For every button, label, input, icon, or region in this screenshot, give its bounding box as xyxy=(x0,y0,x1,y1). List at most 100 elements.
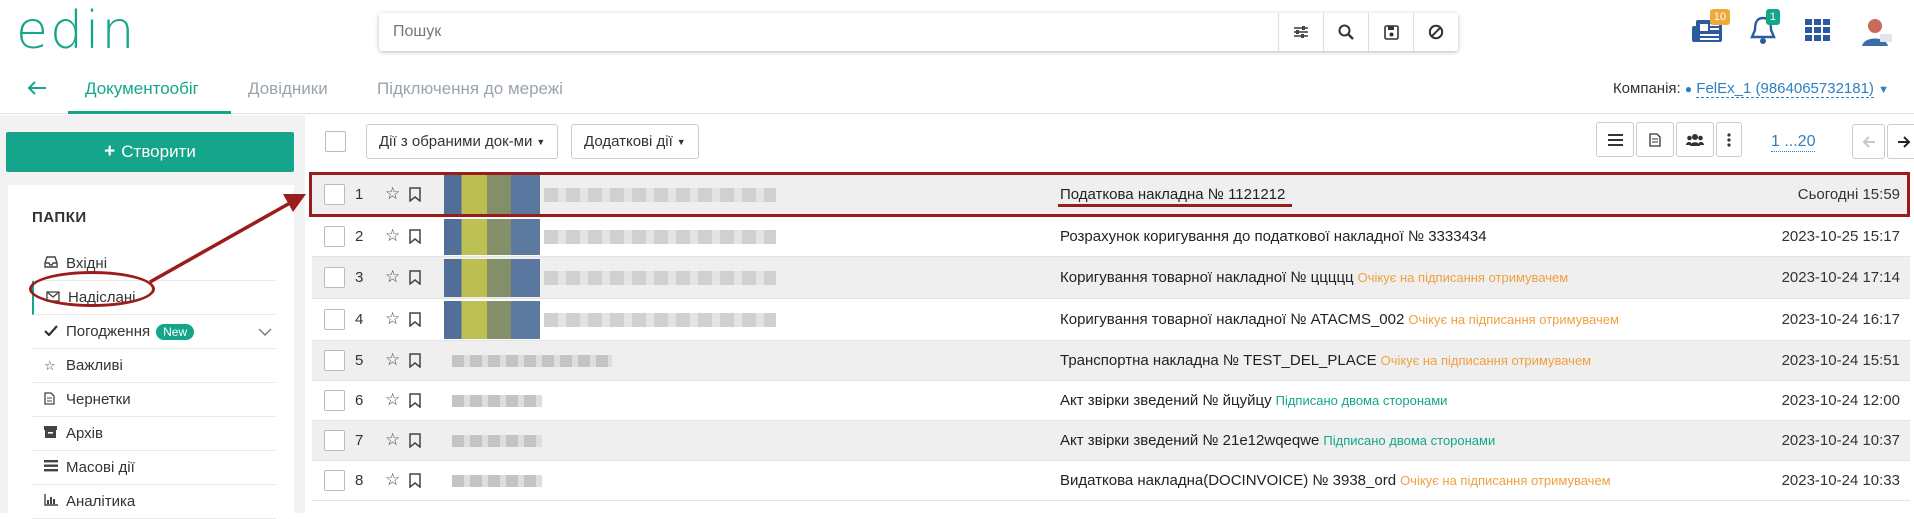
prev-page-button[interactable] xyxy=(1852,124,1885,159)
star-icon[interactable]: ☆ xyxy=(385,390,400,410)
filter-settings-button[interactable] xyxy=(1278,13,1323,51)
document-title-cell[interactable]: Коригування товарної накладної № ццццц Оч… xyxy=(1060,269,1568,286)
arrow-left-icon xyxy=(1862,135,1875,148)
bookmark-icon[interactable] xyxy=(409,353,421,372)
document-date: 2023-10-25 15:17 xyxy=(1781,228,1900,245)
clear-search-button[interactable] xyxy=(1413,13,1458,51)
star-icon[interactable]: ☆ xyxy=(385,350,400,370)
bookmark-icon[interactable] xyxy=(409,433,421,452)
create-label: Створити xyxy=(121,142,196,161)
document-title: Коригування товарної накладної № ццццц xyxy=(1060,269,1354,286)
caret-down-icon: ▼ xyxy=(676,136,686,147)
select-all-checkbox[interactable] xyxy=(325,131,346,152)
document-view-button[interactable] xyxy=(1636,122,1674,157)
top-bar: edin Пошук 10 1 xyxy=(0,0,1914,64)
company-selector[interactable]: Компанія: ● FelEx_1 (9864065732181) ▼ xyxy=(1613,80,1889,98)
document-date: 2023-10-24 16:17 xyxy=(1781,311,1900,328)
sidebar-item-analytics[interactable]: Аналітика xyxy=(32,485,276,519)
back-arrow-icon[interactable] xyxy=(26,78,48,104)
notifications-button[interactable]: 1 xyxy=(1746,9,1786,50)
star-icon: ☆ xyxy=(44,357,56,373)
table-row[interactable]: 6 ☆ Акт звірки зведений № йцуйцу Підписан… xyxy=(312,381,1910,421)
star-icon[interactable]: ☆ xyxy=(385,309,400,329)
sidebar-item-important[interactable]: ☆ Важливі xyxy=(32,349,276,383)
star-icon[interactable]: ☆ xyxy=(385,267,400,287)
document-title: Коригування товарної накладної № ATACMS_… xyxy=(1060,311,1405,328)
pagination-range[interactable]: 1 ...20 xyxy=(1771,133,1816,152)
search-button[interactable] xyxy=(1323,13,1368,51)
sidebar-item-approvals[interactable]: Погодження New xyxy=(32,315,276,349)
sidebar-item-drafts[interactable]: Чернетки xyxy=(32,383,276,417)
sender-redacted xyxy=(444,463,776,499)
extra-actions-label: Додаткові дії xyxy=(584,133,673,150)
bookmark-icon[interactable] xyxy=(409,473,421,492)
table-row[interactable]: 5 ☆ Транспортна накладна № TEST_DEL_PLAC… xyxy=(312,341,1910,381)
next-page-button[interactable] xyxy=(1887,124,1914,159)
user-avatar[interactable] xyxy=(1856,14,1896,50)
row-number: 3 xyxy=(355,269,364,286)
selected-actions-dropdown[interactable]: Дії з обраними док-ми ▼ xyxy=(366,124,559,159)
edin-logo[interactable]: edin xyxy=(16,5,136,57)
bookmark-icon[interactable] xyxy=(409,393,421,412)
row-checkbox[interactable] xyxy=(324,267,345,288)
extra-actions-dropdown[interactable]: Додаткові дії ▼ xyxy=(571,124,699,159)
sender-name-blur xyxy=(544,271,776,285)
chart-icon xyxy=(44,494,66,509)
row-checkbox[interactable] xyxy=(324,470,345,491)
list-view-button[interactable] xyxy=(1596,122,1634,157)
news-button[interactable]: 10 xyxy=(1690,9,1730,50)
chevron-down-icon[interactable] xyxy=(258,324,272,340)
highlight-ellipse xyxy=(29,271,155,307)
inbox-icon xyxy=(44,256,66,271)
tab-network-connection[interactable]: Підключення до мережі xyxy=(377,79,563,99)
sender-name-blur xyxy=(452,435,542,447)
star-icon[interactable]: ☆ xyxy=(385,226,400,246)
star-icon[interactable]: ☆ xyxy=(385,470,400,490)
caret-down-icon: ▼ xyxy=(536,136,546,147)
row-checkbox[interactable] xyxy=(324,390,345,411)
bookmark-icon[interactable] xyxy=(409,270,421,289)
sidebar-item-archive[interactable]: Архів xyxy=(32,417,276,451)
sender-name-blur xyxy=(452,355,612,367)
news-badge: 10 xyxy=(1709,9,1730,25)
document-title-cell[interactable]: Коригування товарної накладної № ATACMS_… xyxy=(1060,311,1619,328)
company-value[interactable]: FelEx_1 (9864065732181) xyxy=(1696,80,1874,98)
sender-name-blur xyxy=(544,313,776,327)
sender-logo-blur xyxy=(444,301,540,339)
apps-button[interactable] xyxy=(1802,14,1842,50)
document-title-cell[interactable]: Видаткова накладна(DOCINVOICE) № 3938_or… xyxy=(1060,472,1611,489)
table-row[interactable]: 4 ☆ Коригування товарної накладної № ATA… xyxy=(312,299,1910,341)
bookmark-icon[interactable] xyxy=(409,229,421,248)
search-input[interactable] xyxy=(393,21,1273,43)
row-number: 4 xyxy=(355,311,364,328)
group-view-button[interactable] xyxy=(1676,122,1714,157)
tab-document-flow[interactable]: Документообіг xyxy=(85,79,199,99)
table-row[interactable]: 3 ☆ Коригування товарної накладної № ццц… xyxy=(312,257,1910,299)
check-icon xyxy=(44,324,66,339)
document-title: Видаткова накладна(DOCINVOICE) № 3938_or… xyxy=(1060,472,1397,489)
tab-directories[interactable]: Довідники xyxy=(248,79,328,99)
save-search-button[interactable] xyxy=(1368,13,1413,51)
sidebar-item-bulk-actions[interactable]: Масові дії xyxy=(32,451,276,485)
sender-logo-blur xyxy=(444,219,540,255)
table-row[interactable]: 2 ☆ Розрахунок коригування до податкової… xyxy=(312,217,1910,257)
document-status: Підписано двома сторонами xyxy=(1275,393,1448,408)
table-row[interactable]: 8 ☆ Видаткова накладна(DOCINVOICE) № 393… xyxy=(312,461,1910,501)
bulk-icon xyxy=(44,460,66,475)
row-checkbox[interactable] xyxy=(324,226,345,247)
bookmark-icon[interactable] xyxy=(409,312,421,331)
row-checkbox[interactable] xyxy=(324,430,345,451)
more-options-button[interactable] xyxy=(1716,122,1742,157)
document-title-cell[interactable]: Транспортна накладна № TEST_DEL_PLACE Очі… xyxy=(1060,352,1591,369)
create-button[interactable]: + Створити xyxy=(6,132,294,172)
sender-name-blur xyxy=(452,475,542,487)
row-number: 5 xyxy=(355,352,364,369)
star-icon[interactable]: ☆ xyxy=(385,430,400,450)
table-row[interactable]: 7 ☆ Акт звірки зведений № 21e12wqeqwe Під… xyxy=(312,421,1910,461)
document-title-cell[interactable]: Акт звірки зведений № йцуйцу Підписано дв… xyxy=(1060,392,1447,409)
row-checkbox[interactable] xyxy=(324,350,345,371)
sender-name-blur xyxy=(452,395,542,407)
document-title-cell[interactable]: Розрахунок коригування до податкової нак… xyxy=(1060,228,1491,245)
document-title-cell[interactable]: Акт звірки зведений № 21e12wqeqwe Підписа… xyxy=(1060,432,1495,449)
row-checkbox[interactable] xyxy=(324,309,345,330)
